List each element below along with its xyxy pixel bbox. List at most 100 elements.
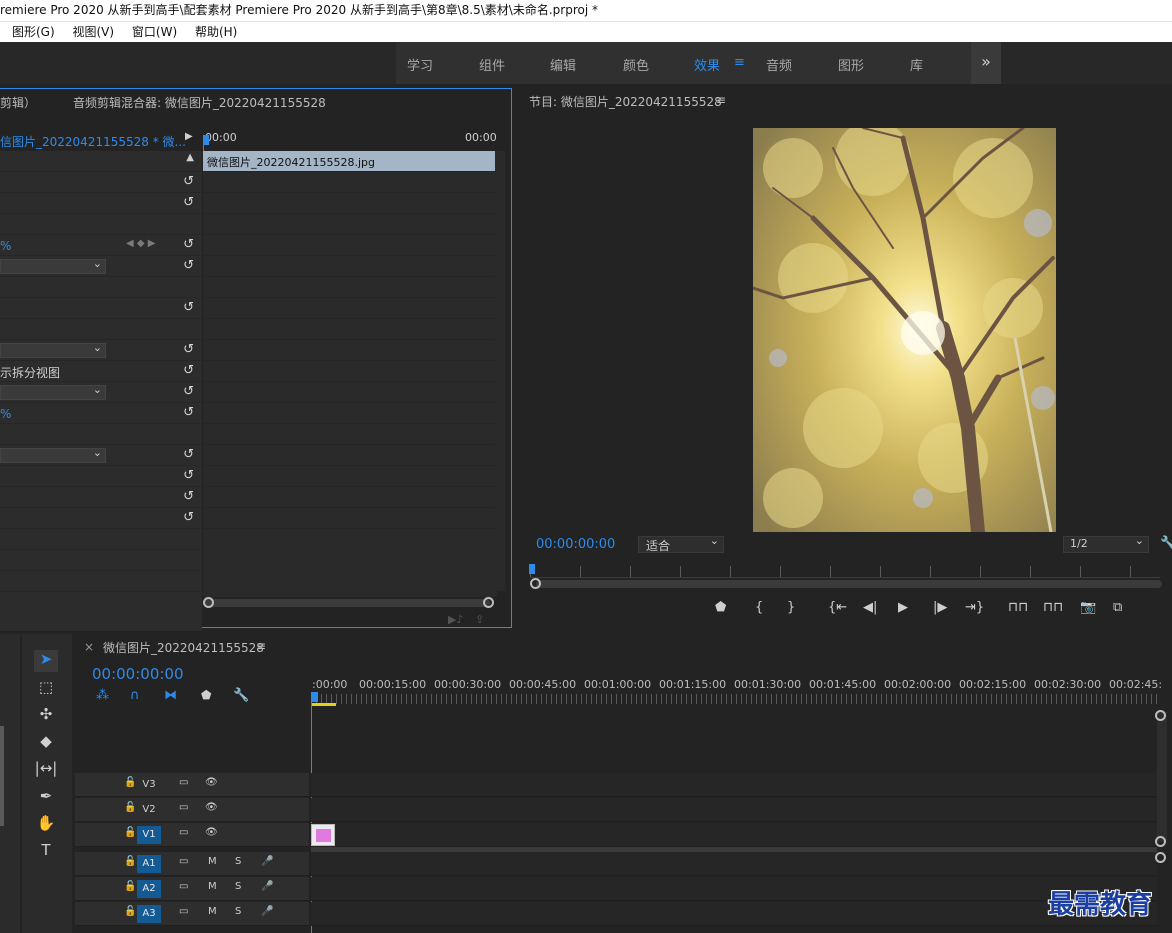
sync-lock-icon[interactable]: ▭ [179,906,188,917]
program-playhead[interactable] [529,564,535,574]
ws-library[interactable]: 库 [910,55,923,74]
track-lane-v3[interactable] [311,773,1157,797]
mute-button[interactable]: M [208,906,217,917]
close-icon[interactable]: × [84,640,94,654]
hand-tool-icon[interactable]: ✋ [34,814,58,836]
ec-hscroll[interactable] [204,599,490,607]
menu-graphics[interactable]: 图形(G) [12,25,55,39]
timeline-playhead[interactable] [311,692,318,702]
reset-icon[interactable]: ↺ [183,384,194,399]
microphone-icon[interactable]: 🎤 [261,906,273,917]
snap-icon[interactable]: ∩ [130,688,140,703]
reset-icon[interactable]: ↺ [183,468,194,483]
wrench-icon[interactable]: 🔧 [1160,536,1172,551]
lock-icon[interactable]: 🔓 [124,856,136,867]
lock-icon[interactable]: 🔓 [124,802,136,813]
ws-effects-menu-icon[interactable]: ≡ [734,55,745,70]
mark-in-icon[interactable]: { [755,600,763,615]
reset-icon[interactable]: ↺ [183,405,194,420]
ws-effects[interactable]: 效果 [694,55,720,74]
go-to-out-icon[interactable]: ⇥} [965,600,984,615]
play-audio-icon[interactable]: ▶♪ [448,613,463,626]
ws-audio[interactable]: 音频 [766,55,792,74]
step-back-icon[interactable]: ◀| [863,600,877,615]
reset-icon[interactable]: ↺ [183,174,194,189]
lock-icon[interactable]: 🔓 [124,777,136,788]
ws-graphics[interactable]: 图形 [838,55,864,74]
microphone-icon[interactable]: 🎤 [261,856,273,867]
compare-view-icon[interactable]: ⧉ [1113,600,1122,615]
wrench-icon[interactable]: 🔧 [233,688,249,703]
ws-learn[interactable]: 学习 [407,55,433,74]
collapse-icon[interactable]: ▲ [186,152,194,163]
ws-editing[interactable]: 编辑 [550,55,576,74]
razor-tool-icon[interactable]: ◆ [34,732,58,754]
eye-icon[interactable]: 👁 [205,777,218,788]
microphone-icon[interactable]: 🎤 [261,881,273,892]
reset-icon[interactable]: ↺ [183,237,194,252]
fit-dropdown[interactable]: 适合 ⌄ [638,534,724,553]
track-target-v2[interactable]: V2 [137,801,161,819]
ripple-edit-tool-icon[interactable]: ✣ [34,705,58,727]
ec-dropdown[interactable]: ⌄ [0,257,106,274]
keyframe-nav-icon[interactable]: ◀ ◆ ▶ [126,238,155,249]
timeline-sequence-tab[interactable]: 微信图片_20220421155528 [103,639,264,656]
menu-help[interactable]: 帮助(H) [195,25,237,39]
timeline-timecode[interactable]: 00:00:00:00 [92,665,184,683]
reset-icon[interactable]: ↺ [183,489,194,504]
track-lane-a1[interactable] [311,852,1157,876]
ec-dropdown[interactable]: ⌄ [0,383,106,400]
reset-icon[interactable]: ↺ [183,342,194,357]
scroll-handle-top[interactable] [1155,852,1166,863]
mark-out-icon[interactable]: } [787,600,795,615]
lock-icon[interactable]: 🔓 [124,881,136,892]
scroll-handle-left[interactable] [203,597,214,608]
reset-icon[interactable]: ↺ [183,447,194,462]
ec-split-view-label[interactable]: 示拆分视图 [0,364,60,381]
scroll-handle-right[interactable] [483,597,494,608]
track-target-v3[interactable]: V3 [137,776,161,794]
track-target-v1[interactable]: V1 [137,826,161,844]
ws-overflow-button[interactable]: » [971,42,1001,84]
reset-icon[interactable]: ↺ [183,363,194,378]
lock-icon[interactable]: 🔓 [124,827,136,838]
track-select-tool-icon[interactable]: ⬚ [34,678,58,700]
track-lane-a2[interactable] [311,877,1157,901]
ec-dropdown[interactable]: ⌄ [0,446,106,463]
program-video-frame[interactable] [751,120,1056,539]
solo-button[interactable]: S [235,906,241,917]
menu-window[interactable]: 窗口(W) [132,25,177,39]
track-target-a2[interactable]: A2 [137,880,161,898]
export-frame-icon[interactable]: 📷 [1080,600,1096,615]
nest-icon[interactable]: ⁂ [96,688,109,703]
ws-color[interactable]: 颜色 [623,55,649,74]
scroll-handle-top[interactable] [1155,710,1166,721]
step-forward-icon[interactable]: |▶ [933,600,947,615]
video-vscroll[interactable] [1157,712,1167,842]
timeline-ruler-ticks[interactable] [311,694,1157,704]
ec-tab-audio-mixer[interactable]: 音频剪辑混合器: 微信图片_20220421155528 [73,94,326,111]
program-menu-icon[interactable]: ≡ [716,93,726,107]
reset-icon[interactable]: ↺ [183,510,194,525]
extract-icon[interactable]: ⊓⊓ [1043,600,1063,615]
program-title[interactable]: 节目: 微信图片_20220421155528 [529,93,722,110]
play-icon[interactable]: ▶ [898,600,908,615]
sync-lock-icon[interactable]: ▭ [179,881,188,892]
program-zoom-scroll[interactable] [536,580,1162,588]
export-icon[interactable]: ⇪ [475,613,484,626]
sync-lock-icon[interactable]: ▭ [179,777,188,788]
reset-icon[interactable]: ↺ [183,195,194,210]
track-lane-v2[interactable] [311,798,1157,822]
reset-icon[interactable]: ↺ [183,300,194,315]
left-panel-scroll[interactable] [0,726,4,826]
eye-icon[interactable]: 👁 [205,827,218,838]
pen-tool-icon[interactable]: ✒ [34,787,58,809]
ec-clip-label[interactable]: 信图片_20220421155528 * 微... [0,133,186,150]
slip-tool-icon[interactable]: |↔| [34,759,58,781]
play-only-icon[interactable]: ▶ [185,131,193,142]
solo-button[interactable]: S [235,881,241,892]
work-area-bar[interactable] [311,703,336,706]
eye-icon[interactable]: 👁 [205,802,218,813]
program-timecode[interactable]: 00:00:00:00 [536,537,615,552]
add-marker-icon[interactable]: ⬟ [715,600,726,615]
